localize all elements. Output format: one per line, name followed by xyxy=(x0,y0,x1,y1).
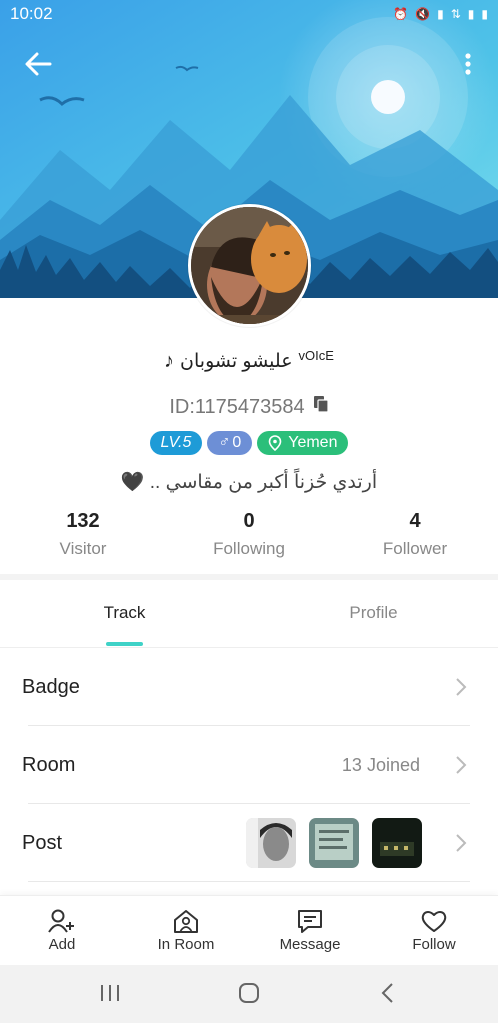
profile-bio: أرتدي حُزناً أكبر من مقاسي .. 🖤 xyxy=(120,472,378,493)
add-button[interactable]: Add xyxy=(0,896,124,966)
profile-badges: LV.5 ♂ 0 Yemen xyxy=(0,431,498,455)
tab-profile-label: Profile xyxy=(349,603,398,622)
avatar-image xyxy=(191,207,308,324)
stat-visitor[interactable]: 132 Visitor xyxy=(13,510,153,559)
country-badge: Yemen xyxy=(257,431,349,455)
more-options-button[interactable] xyxy=(456,50,480,80)
stat-following[interactable]: 0 Following xyxy=(179,510,319,559)
profile-name: ♪ ﻋﻠﻴﺸﻮ ﺗﺸﻮﺑﺎﻥ vOIcE xyxy=(0,348,498,373)
tab-track-label: Track xyxy=(103,603,146,622)
name-suffix: vOIcE xyxy=(298,348,334,363)
mute-icon: 🔇 xyxy=(415,7,431,21)
tab-track[interactable]: Track xyxy=(0,580,249,646)
in-room-button[interactable]: In Room xyxy=(124,896,248,966)
profile-tabs: Track Profile xyxy=(0,580,498,648)
chevron-right-icon xyxy=(456,678,467,696)
tab-profile[interactable]: Profile xyxy=(249,580,498,646)
stat-follower[interactable]: 4 Follower xyxy=(345,510,485,559)
data-icon: ⇅ xyxy=(450,7,461,21)
back-button[interactable] xyxy=(20,48,56,80)
more-vert-icon xyxy=(465,53,471,75)
country-label: Yemen xyxy=(288,434,338,451)
row-post[interactable]: Post xyxy=(0,804,498,882)
row-badge-label: Badge xyxy=(22,675,80,698)
row-badge[interactable]: Badge xyxy=(0,648,498,726)
message-button-label: Message xyxy=(279,936,341,953)
home-button[interactable] xyxy=(229,979,269,1009)
chevron-right-icon xyxy=(456,834,467,852)
add-user-icon xyxy=(48,909,74,933)
user-id-row: ID:1175473584 xyxy=(0,395,498,419)
level-label: LV.5 xyxy=(160,434,192,451)
row-room[interactable]: Room 13 Joined xyxy=(0,726,498,804)
stat-following-value: 0 xyxy=(243,510,255,532)
male-icon: ♂ xyxy=(218,434,231,451)
bottom-action-bar: Add In Room Message Follow xyxy=(0,895,498,965)
stat-following-label: Following xyxy=(213,539,285,558)
post-thumbnail[interactable] xyxy=(246,818,296,868)
stat-visitor-label: Visitor xyxy=(59,539,107,558)
location-pin-icon xyxy=(268,435,282,451)
battery-icon: ▮ xyxy=(481,7,488,21)
row-room-value: 13 Joined xyxy=(341,754,420,775)
status-time: 10:02 xyxy=(10,4,53,23)
row-separator xyxy=(28,881,470,882)
alarm-icon: ⏰ xyxy=(393,7,409,21)
in-room-button-label: In Room xyxy=(157,936,215,953)
user-id: ID:1175473584 xyxy=(169,395,305,418)
copy-icon xyxy=(313,396,329,413)
signal-icon: ▮ xyxy=(467,7,475,21)
level-badge: LV.5 xyxy=(149,431,203,455)
avatar[interactable] xyxy=(188,204,311,327)
row-room-label: Room xyxy=(22,753,76,776)
heart-icon xyxy=(421,911,447,932)
stat-follower-label: Follower xyxy=(382,539,448,558)
message-button[interactable]: Message xyxy=(248,896,372,966)
system-nav-bar xyxy=(0,965,498,1023)
back-arrow-icon xyxy=(25,52,52,76)
gender-count: 0 xyxy=(232,434,242,451)
recent-apps-button[interactable] xyxy=(90,979,130,1009)
in-room-icon xyxy=(174,910,198,933)
recent-apps-icon xyxy=(101,985,119,1001)
gender-badge: ♂ 0 xyxy=(207,431,253,455)
active-tab-indicator xyxy=(106,642,143,646)
follow-button-label: Follow xyxy=(412,936,456,953)
follow-button[interactable]: Follow xyxy=(372,896,496,966)
row-post-label: Post xyxy=(22,831,63,854)
message-icon xyxy=(298,910,322,933)
chevron-right-icon xyxy=(456,756,467,774)
stat-visitor-value: 132 xyxy=(66,510,100,532)
music-note-icon: ♪ xyxy=(164,350,175,372)
home-icon xyxy=(239,983,259,1003)
add-button-label: Add xyxy=(48,936,76,953)
chevron-left-icon xyxy=(381,983,393,1003)
post-thumbnail[interactable] xyxy=(309,818,359,868)
copy-id-button[interactable] xyxy=(313,395,329,419)
display-name: ﻋﻠﻴﺸﻮ ﺗﺸﻮﺑﺎﻥ xyxy=(180,351,293,372)
stat-follower-value: 4 xyxy=(409,510,421,532)
system-back-button[interactable] xyxy=(368,979,408,1009)
post-thumbnail[interactable] xyxy=(372,818,422,868)
signal-icon: ▮ xyxy=(437,7,444,21)
status-bar: 10:02 ⏰ 🔇 ▮ ⇅ ▮ ▮ xyxy=(0,0,498,28)
post-thumbnails xyxy=(246,818,422,868)
